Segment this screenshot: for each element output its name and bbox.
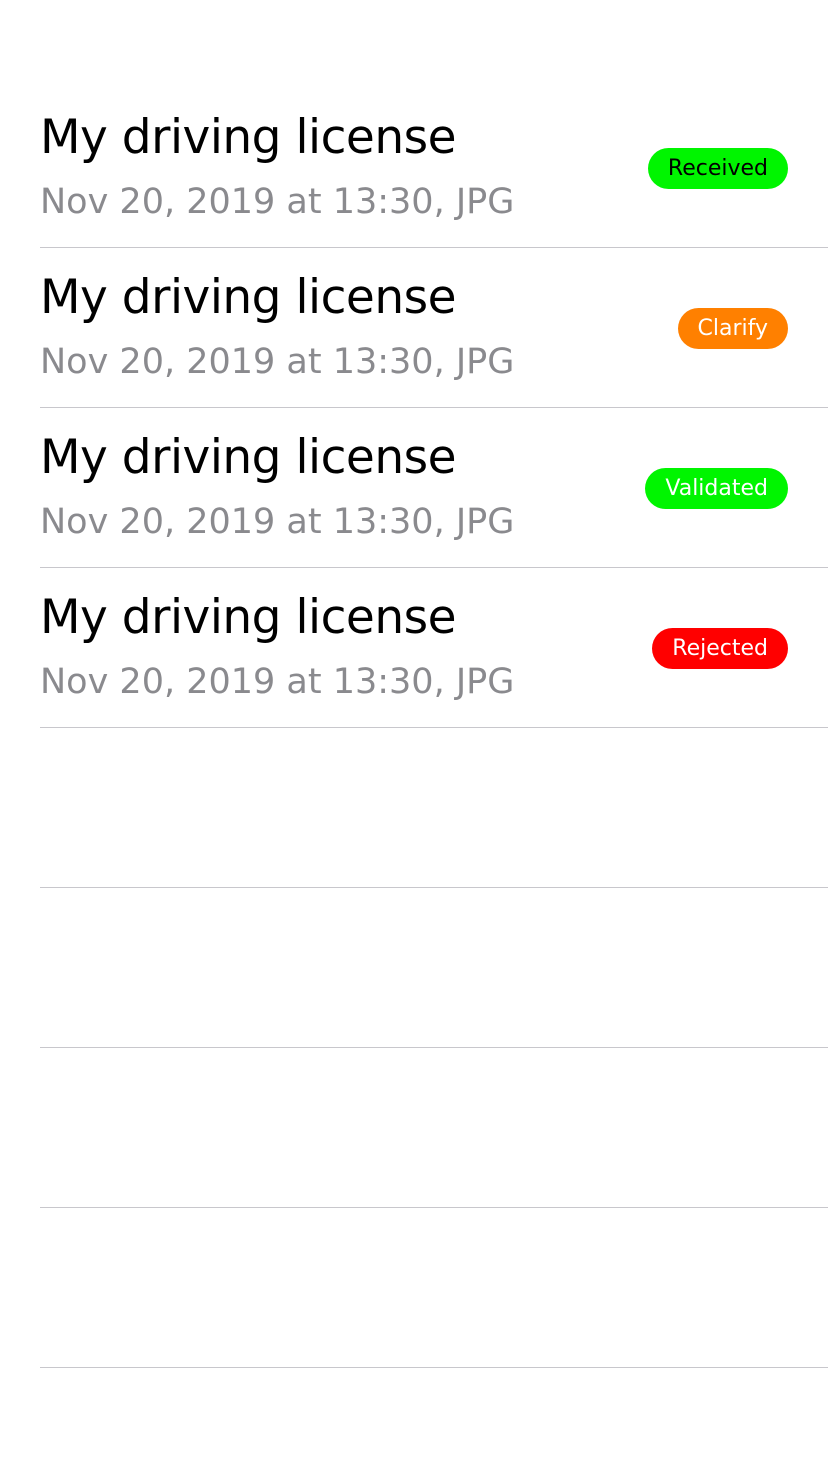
empty-row: [40, 888, 828, 1048]
status-badge: Received: [647, 148, 788, 189]
document-list: My driving license Nov 20, 2019 at 13:30…: [0, 88, 828, 1368]
status-badge: Clarify: [677, 308, 788, 349]
status-badge: Validated: [645, 468, 788, 509]
document-title: My driving license: [40, 110, 457, 165]
document-title: My driving license: [40, 430, 457, 485]
empty-row: [40, 1048, 828, 1208]
document-subtitle: Nov 20, 2019 at 13:30, JPG: [40, 182, 515, 222]
document-row[interactable]: My driving license Nov 20, 2019 at 13:30…: [40, 568, 828, 728]
document-subtitle: Nov 20, 2019 at 13:30, JPG: [40, 662, 515, 702]
document-row[interactable]: My driving license Nov 20, 2019 at 13:30…: [40, 88, 828, 248]
document-subtitle: Nov 20, 2019 at 13:30, JPG: [40, 502, 515, 542]
document-title: My driving license: [40, 590, 457, 645]
document-subtitle: Nov 20, 2019 at 13:30, JPG: [40, 342, 515, 382]
document-row[interactable]: My driving license Nov 20, 2019 at 13:30…: [40, 408, 828, 568]
document-title: My driving license: [40, 270, 457, 325]
empty-row: [40, 728, 828, 888]
empty-row: [40, 1208, 828, 1368]
document-row[interactable]: My driving license Nov 20, 2019 at 13:30…: [40, 248, 828, 408]
status-badge: Rejected: [652, 628, 788, 669]
